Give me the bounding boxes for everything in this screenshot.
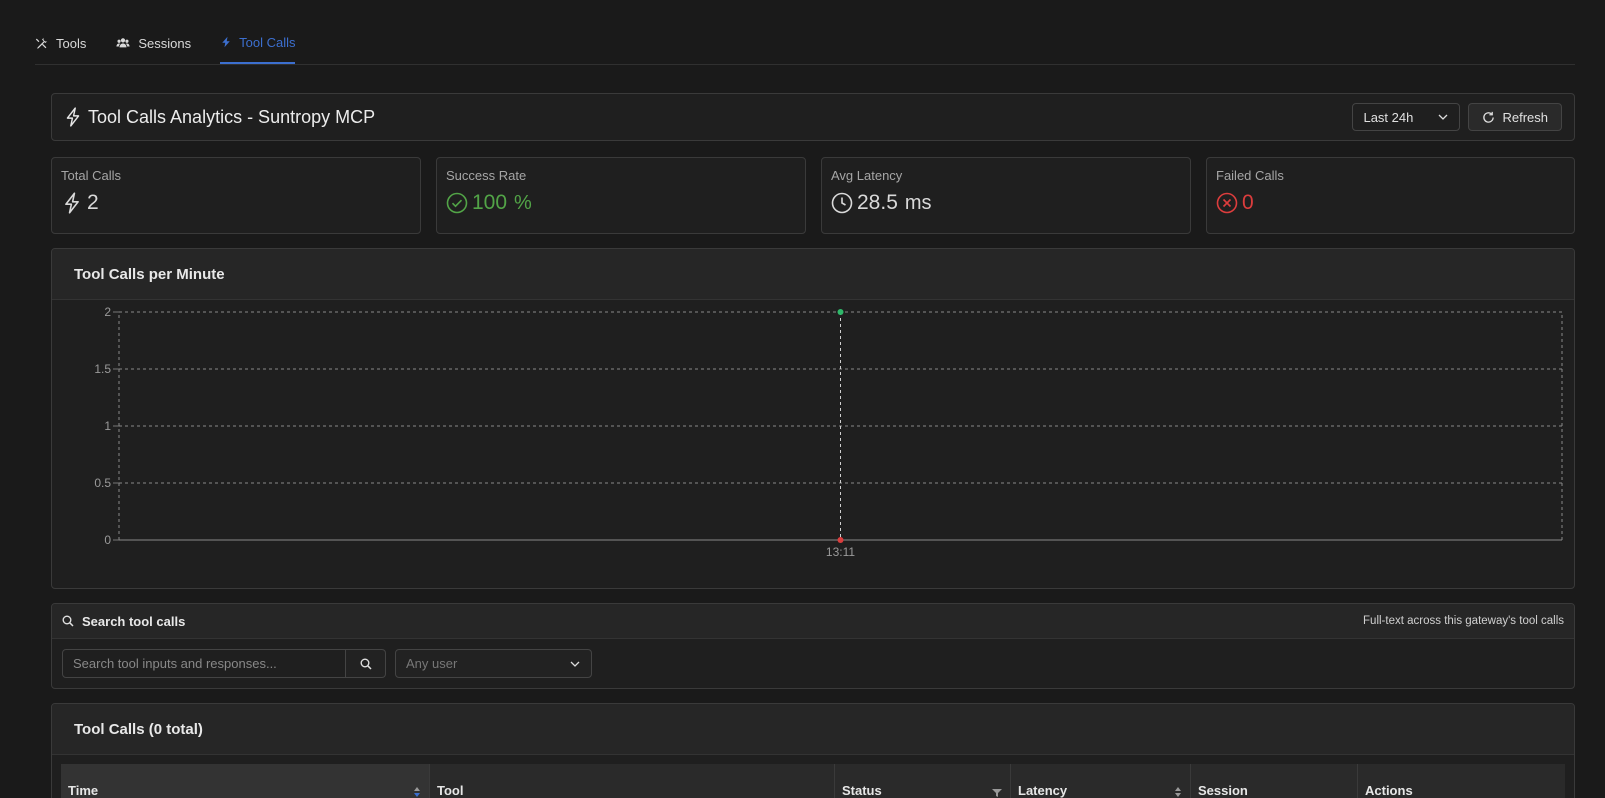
stat-value: 28.5 xyxy=(857,191,898,214)
x-tick-label: 13:11 xyxy=(826,545,855,559)
stat-unit: % xyxy=(514,191,532,214)
search-hint: Full-text across this gateway's tool cal… xyxy=(1363,615,1564,627)
search-icon xyxy=(360,658,372,670)
y-tick-label: 1 xyxy=(104,419,111,433)
y-tick-label: 0.5 xyxy=(94,476,111,490)
column-label: Actions xyxy=(1365,783,1413,798)
tab-bar: Tools Sessions Tool Calls xyxy=(35,22,1575,65)
refresh-label: Refresh xyxy=(1502,109,1548,125)
user-filter-placeholder: Any user xyxy=(406,656,458,671)
analytics-header: Tool Calls Analytics - Suntropy MCP Last… xyxy=(51,93,1575,141)
stat-value: 2 xyxy=(87,191,99,214)
user-filter-select[interactable]: Any user xyxy=(395,649,592,678)
tool-calls-table-card: Tool Calls (0 total) Time Tool Status La… xyxy=(51,703,1575,798)
stat-label: Avg Latency xyxy=(831,168,903,183)
y-tick-label: 0 xyxy=(104,533,111,547)
y-tick-label: 1.5 xyxy=(94,362,111,376)
stat-value: 0 xyxy=(1242,191,1254,214)
tab-tool-calls-label: Tool Calls xyxy=(239,34,296,50)
refresh-icon xyxy=(1483,111,1495,123)
sort-icon xyxy=(414,787,420,797)
filter-icon[interactable] xyxy=(992,788,1002,798)
tab-tool-calls[interactable]: Tool Calls xyxy=(220,22,296,64)
check-circle-icon xyxy=(446,192,468,214)
table-title: Tool Calls (0 total) xyxy=(52,704,1574,755)
tab-tools[interactable]: Tools xyxy=(35,22,86,64)
chart-card: Tool Calls per Minute 0 0.5 1 1.5 2 13:11 xyxy=(51,248,1575,589)
tab-tools-label: Tools xyxy=(56,35,87,51)
column-header-session[interactable]: Session xyxy=(1191,764,1358,798)
stat-success-rate: Success Rate 100 % xyxy=(436,157,806,234)
search-card: Search tool calls Full-text across this … xyxy=(51,603,1575,689)
x-circle-icon xyxy=(1216,192,1238,214)
column-label: Status xyxy=(842,783,882,798)
refresh-button[interactable]: Refresh xyxy=(1468,103,1562,131)
stat-total-calls: Total Calls 2 xyxy=(51,157,421,234)
column-header-latency[interactable]: Latency xyxy=(1011,764,1191,798)
tab-sessions-label: Sessions xyxy=(138,35,192,51)
stat-avg-latency: Avg Latency 28.5 ms xyxy=(821,157,1191,234)
page-title: Tool Calls Analytics - Suntropy MCP xyxy=(64,107,375,128)
stat-label: Total Calls xyxy=(61,168,121,183)
search-input[interactable]: Search tool inputs and responses... xyxy=(62,649,346,678)
lightning-icon xyxy=(66,107,80,127)
column-header-time[interactable]: Time xyxy=(61,764,430,798)
stat-label: Success Rate xyxy=(446,168,527,183)
column-header-actions: Actions xyxy=(1358,764,1565,798)
chevron-down-icon xyxy=(570,661,580,667)
column-header-tool[interactable]: Tool xyxy=(430,764,835,798)
stat-label: Failed Calls xyxy=(1216,168,1284,183)
search-icon xyxy=(62,615,74,627)
time-range-select[interactable]: Last 24h xyxy=(1352,103,1461,131)
y-tick-label: 2 xyxy=(104,305,111,319)
stat-unit: ms xyxy=(904,191,932,214)
table-header-row: Time Tool Status Latency Session Actions xyxy=(61,764,1565,798)
clock-icon xyxy=(831,192,853,214)
data-point xyxy=(837,309,844,315)
tool-calls-chart: 0 0.5 1 1.5 2 13:11 xyxy=(94,305,1563,559)
stat-value: 100 xyxy=(472,191,508,214)
column-label: Time xyxy=(68,783,99,798)
column-header-status[interactable]: Status xyxy=(835,764,1011,798)
sort-icon xyxy=(1175,787,1181,797)
column-label: Session xyxy=(1198,783,1248,798)
chart-title: Tool Calls per Minute xyxy=(52,249,1574,300)
column-label: Latency xyxy=(1018,783,1068,798)
users-icon xyxy=(116,38,130,48)
data-point xyxy=(837,537,844,543)
search-button[interactable] xyxy=(346,649,386,678)
column-label: Tool xyxy=(437,783,464,798)
tab-sessions[interactable]: Sessions xyxy=(115,22,191,64)
lightning-icon xyxy=(65,192,79,214)
page-title-text: Tool Calls Analytics - Suntropy MCP xyxy=(88,106,376,127)
search-title: Search tool calls xyxy=(82,613,186,629)
lightning-icon xyxy=(222,36,230,48)
time-range-value: Last 24h xyxy=(1363,109,1414,125)
stat-failed-calls: Failed Calls 0 xyxy=(1206,157,1575,234)
tools-icon xyxy=(35,37,48,49)
chevron-down-icon xyxy=(1439,114,1448,120)
